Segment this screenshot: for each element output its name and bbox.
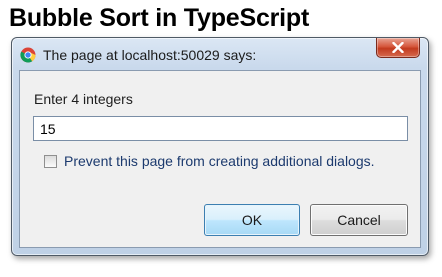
dialog-body: Enter 4 integers Prevent this page from … bbox=[19, 70, 421, 248]
chrome-icon bbox=[20, 47, 36, 63]
prevent-dialogs-checkbox[interactable] bbox=[44, 155, 57, 168]
close-button[interactable] bbox=[376, 38, 420, 58]
cancel-button[interactable]: Cancel bbox=[310, 204, 408, 236]
prevent-dialogs-label[interactable]: Prevent this page from creating addition… bbox=[64, 153, 375, 169]
page-title: Bubble Sort in TypeScript bbox=[9, 4, 310, 32]
dialog-titlebar[interactable]: The page at localhost:50029 says: bbox=[12, 38, 428, 70]
dialog-title: The page at localhost:50029 says: bbox=[43, 47, 257, 63]
prompt-input[interactable] bbox=[33, 116, 408, 141]
ok-button[interactable]: OK bbox=[204, 204, 300, 236]
prompt-dialog: The page at localhost:50029 says: Enter … bbox=[11, 37, 429, 256]
close-icon bbox=[392, 42, 404, 53]
prompt-label: Enter 4 integers bbox=[34, 91, 133, 107]
